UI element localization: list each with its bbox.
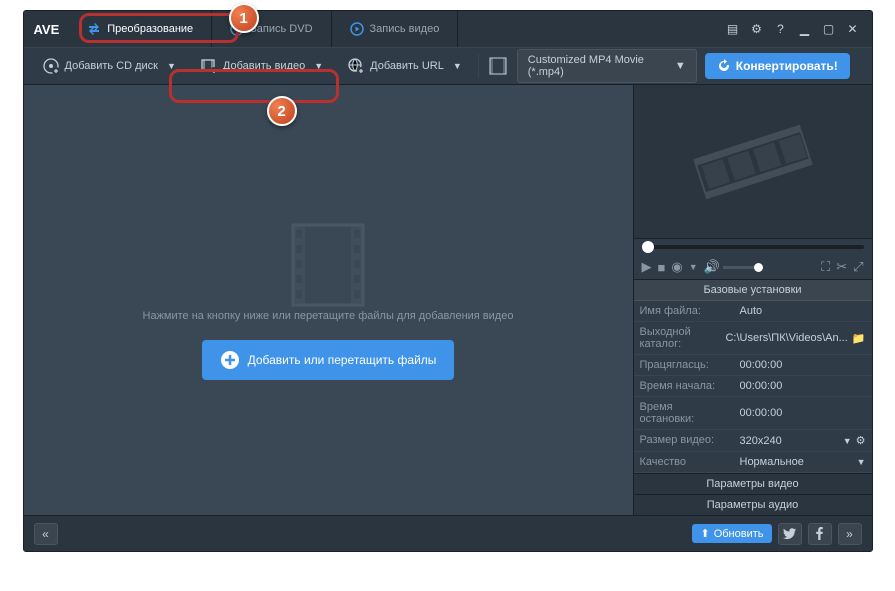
chevron-down-icon: ▼ <box>314 61 323 71</box>
audio-params-toggle[interactable]: Параметры аудио <box>634 494 872 515</box>
gear-icon[interactable]: ⚙ <box>748 20 766 38</box>
collapse-left-button[interactable]: « <box>34 523 58 545</box>
video-size-value[interactable]: 320x240▼⚙ <box>734 430 872 451</box>
expand-button[interactable]: ⤢ <box>853 259 863 275</box>
divider <box>478 54 479 78</box>
convert-label: Конвертировать! <box>736 59 838 73</box>
up-arrow-icon: ⬆ <box>700 527 709 540</box>
globe-plus-icon <box>347 57 365 75</box>
play-button[interactable]: ▶ <box>642 259 652 275</box>
plus-circle-icon <box>220 350 240 370</box>
snapshot-dropdown[interactable]: ▼ <box>689 262 698 272</box>
close-icon[interactable]: ✕ <box>844 20 862 38</box>
drop-hint: Нажмите на кнопку ниже или перетащите фа… <box>143 310 514 322</box>
facebook-button[interactable] <box>808 523 832 545</box>
prop-label: Качество <box>634 452 734 472</box>
prop-label: Размер видео: <box>634 430 734 451</box>
stop-time-value[interactable]: 00:00:00 <box>734 397 872 429</box>
help-icon[interactable]: ? <box>772 20 790 38</box>
profile-label: Customized MP4 Movie (*.mp4) <box>528 54 665 78</box>
app-title: AVE <box>34 22 60 37</box>
convert-icon <box>87 22 101 36</box>
minimize-icon[interactable]: ▁ <box>796 20 814 38</box>
add-cd-label: Добавить CD диск <box>65 60 159 72</box>
prop-label: Время начала: <box>634 376 734 396</box>
chevron-down-icon: ▼ <box>453 61 462 71</box>
film-plus-icon <box>200 57 218 75</box>
chevron-down-icon: ▼ <box>675 60 686 72</box>
tab-label: Запись видео <box>370 23 440 35</box>
main-drop-area[interactable]: Нажмите на кнопку ниже или перетащите фа… <box>24 85 634 515</box>
settings-header: Базовые установки <box>634 279 872 301</box>
prop-label: Працягласць: <box>634 355 734 375</box>
upgrade-button[interactable]: ⬆ Обновить <box>692 524 771 543</box>
chevron-down-icon: ▼ <box>167 61 176 71</box>
add-files-label: Добавить или перетащить файлы <box>248 353 437 367</box>
settings-table: Имя файла:Auto Выходной каталог:C:\Users… <box>634 301 872 473</box>
tab-convert[interactable]: Преобразование <box>69 11 212 47</box>
video-params-toggle[interactable]: Параметры видео <box>634 473 872 494</box>
start-time-value[interactable]: 00:00:00 <box>734 376 872 396</box>
stop-button[interactable]: ■ <box>658 260 666 275</box>
callout-badge-2: 2 <box>267 96 297 126</box>
prop-label: Время остановки: <box>634 397 734 429</box>
film-reel-icon <box>688 122 818 202</box>
maximize-icon[interactable]: ▢ <box>820 20 838 38</box>
output-dir-value[interactable]: C:\Users\ПК\Videos\An...📁 <box>719 322 871 354</box>
film-placeholder-icon <box>288 220 368 310</box>
list-icon[interactable]: ▤ <box>724 20 742 38</box>
upgrade-label: Обновить <box>714 528 764 540</box>
expand-right-button[interactable]: » <box>838 523 862 545</box>
position-slider[interactable] <box>642 245 864 249</box>
quality-value[interactable]: Нормальное▼ <box>734 452 872 472</box>
gear-icon[interactable]: ⚙ <box>856 434 866 447</box>
prop-label: Имя файла: <box>634 301 734 321</box>
add-video-label: Добавить видео <box>223 60 305 72</box>
chevron-down-icon: ▼ <box>857 457 866 467</box>
filename-value[interactable]: Auto <box>734 301 872 321</box>
prop-label: Выходной каталог: <box>634 322 720 354</box>
add-url-button[interactable]: Добавить URL ▼ <box>339 53 470 79</box>
profile-select[interactable]: Customized MP4 Movie (*.mp4) ▼ <box>517 49 697 83</box>
preview-panel <box>634 85 872 239</box>
cut-button[interactable]: ✂ <box>836 259 847 275</box>
fullscreen-button[interactable]: ⛶ <box>821 259 830 275</box>
film-strip-icon[interactable] <box>487 55 509 77</box>
add-cd-button[interactable]: Добавить CD диск ▼ <box>34 53 184 79</box>
volume-slider[interactable] <box>723 266 763 269</box>
disc-plus-icon <box>42 57 60 75</box>
callout-badge-1: 1 <box>229 3 259 33</box>
add-url-label: Добавить URL <box>370 60 444 72</box>
folder-icon[interactable]: 📁 <box>852 332 866 345</box>
add-files-button[interactable]: Добавить или перетащить файлы <box>202 340 455 380</box>
convert-button[interactable]: Конвертировать! <box>705 53 850 79</box>
refresh-icon <box>717 59 731 73</box>
add-video-button[interactable]: Добавить видео ▼ <box>192 53 331 79</box>
twitter-button[interactable] <box>778 523 802 545</box>
tab-label: Преобразование <box>107 23 193 35</box>
snapshot-button[interactable]: ◉ <box>671 259 682 275</box>
play-icon <box>350 22 364 36</box>
duration-value: 00:00:00 <box>734 355 872 375</box>
chevron-down-icon: ▼ <box>843 436 852 446</box>
tab-record[interactable]: Запись видео <box>332 11 459 47</box>
tab-label: Запись DVD <box>250 23 312 35</box>
volume-icon[interactable]: 🔊 <box>704 259 720 275</box>
